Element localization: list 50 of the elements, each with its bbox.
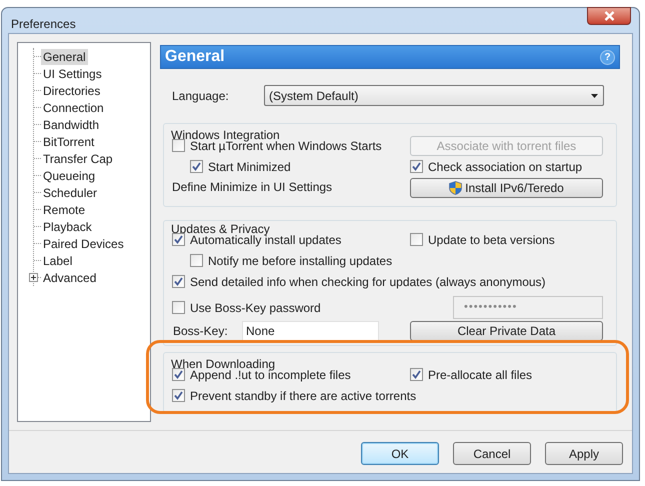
expand-icon[interactable] [29, 273, 38, 282]
tree-item[interactable]: Playback [41, 218, 94, 234]
dialog-button[interactable]: OK [361, 442, 439, 465]
checkbox-label[interactable]: Prevent standby if there are active torrents [190, 386, 416, 404]
checkbox[interactable] [410, 233, 423, 246]
tree-item[interactable]: Label [41, 252, 74, 268]
checkbox[interactable] [410, 368, 423, 381]
button[interactable]: Clear Private Data [410, 321, 603, 341]
close-button[interactable] [587, 7, 631, 25]
panel-title: General [165, 47, 225, 67]
checkbox[interactable] [190, 254, 203, 267]
checkbox[interactable] [172, 301, 185, 314]
button[interactable]: Install IPv6/Teredo [410, 178, 603, 198]
field-label: Language: [171, 88, 230, 104]
tree-item[interactable]: Connection [41, 100, 106, 116]
tree-item[interactable]: BitTorrent [41, 134, 96, 150]
boss-key-field[interactable]: None [242, 321, 379, 341]
field-label: Boss-Key: [172, 323, 229, 340]
checkbox[interactable] [410, 160, 423, 173]
checkbox-label[interactable]: Use Boss-Key password [190, 298, 321, 316]
tree-item[interactable]: Scheduler [41, 184, 100, 200]
checkbox-label[interactable]: Send detailed info when checking for updates (always anonymous) [190, 272, 546, 290]
tree-item[interactable]: General [41, 48, 88, 64]
tree-item[interactable]: Remote [41, 202, 88, 218]
tree-item[interactable]: Paired Devices [41, 236, 126, 252]
checkbox[interactable] [172, 389, 185, 402]
tree-item[interactable]: UI Settings [41, 66, 104, 82]
window-title: Preferences [10, 16, 76, 33]
shield-icon [449, 180, 462, 194]
checkbox-label[interactable]: Start Minimized [208, 158, 291, 176]
tree-item[interactable]: Advanced [41, 270, 98, 286]
note-text: Define Minimize in UI Settings [172, 179, 334, 196]
checkbox[interactable] [172, 368, 185, 381]
checkbox-label[interactable]: Update to beta versions [428, 230, 555, 248]
language-dropdown[interactable]: (System Default) [264, 85, 604, 106]
tree-item[interactable]: Bandwidth [41, 116, 102, 132]
close-icon [604, 11, 614, 21]
caret-icon [591, 94, 598, 98]
checkbox[interactable] [190, 160, 203, 173]
checkbox[interactable] [172, 275, 185, 288]
dialog-button[interactable]: Apply [545, 442, 623, 465]
tree-item[interactable]: Directories [41, 82, 102, 98]
tree-item[interactable]: Queueing [41, 168, 98, 184]
checkbox-label[interactable]: Pre-allocate all files [428, 366, 532, 384]
checkbox[interactable] [172, 233, 185, 246]
dialog-button[interactable]: Cancel [453, 442, 531, 465]
tree-item[interactable]: Transfer Cap [41, 150, 115, 166]
checkbox-label[interactable]: Notify me before installing updates [208, 252, 392, 270]
checkbox[interactable] [172, 139, 185, 152]
checkbox-label[interactable]: Check association on startup [428, 158, 582, 176]
